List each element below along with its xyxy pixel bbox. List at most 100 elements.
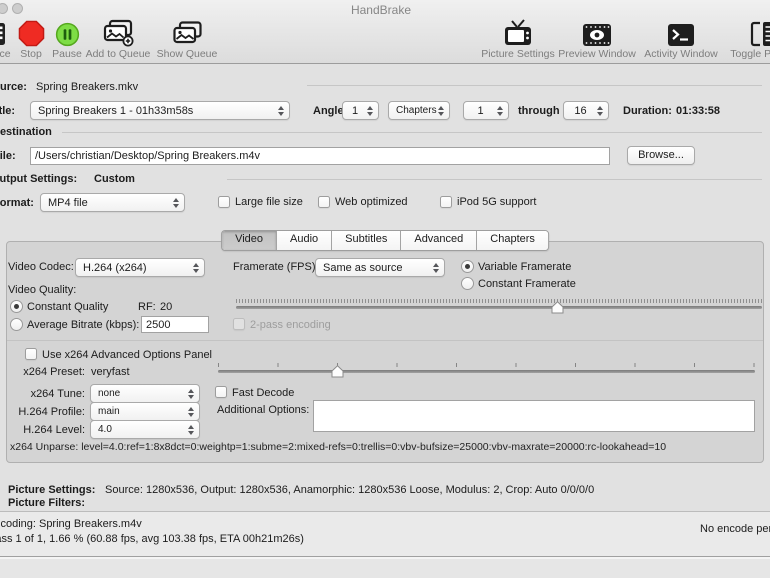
web-optimized-checkbox[interactable] bbox=[318, 196, 330, 208]
picture-settings-label: Picture Settings: bbox=[8, 484, 96, 496]
toolbar-label: Pause bbox=[52, 48, 82, 60]
activity-window-icon bbox=[667, 19, 695, 47]
pause-icon bbox=[55, 19, 80, 47]
toolbar-picture-settings-button[interactable]: Picture Settings bbox=[478, 19, 558, 60]
add-to-queue-icon bbox=[102, 19, 134, 47]
duration-label: Duration: bbox=[623, 105, 672, 117]
x264-preset-value: veryfast bbox=[91, 366, 130, 378]
browse-button[interactable]: Browse... bbox=[627, 146, 695, 165]
toolbar-label: Add to Queue bbox=[85, 48, 151, 60]
show-queue-icon bbox=[172, 19, 202, 47]
quality-slider-ticks bbox=[236, 299, 762, 303]
ipod-support-checkbox[interactable] bbox=[440, 196, 452, 208]
additional-options-input[interactable] bbox=[313, 400, 755, 432]
video-quality-label: Video Quality: bbox=[8, 284, 77, 296]
angle-stepper[interactable]: 1 bbox=[342, 101, 379, 120]
window-chrome: HandBrake Source Stop Pause Add to Queue bbox=[0, 0, 770, 64]
format-popup[interactable]: MP4 file bbox=[40, 193, 185, 212]
preset-slider-track bbox=[218, 370, 755, 373]
chapter-start-stepper[interactable]: 1 bbox=[463, 101, 509, 120]
popup-chevrons-icon bbox=[188, 388, 199, 399]
tab-video[interactable]: Video bbox=[222, 231, 278, 250]
average-bitrate-input[interactable] bbox=[141, 316, 209, 333]
web-optimized-label: Web optimized bbox=[335, 196, 408, 208]
video-codec-popup[interactable]: H.264 (x264) bbox=[75, 258, 205, 277]
source-value: Spring Breakers.mkv bbox=[36, 81, 139, 93]
toolbar-label: Toggle Presets bbox=[730, 48, 770, 60]
handbrake-window: HandBrake Source Stop Pause Add to Queue bbox=[0, 0, 770, 578]
large-file-checkbox[interactable] bbox=[218, 196, 230, 208]
x264-unparse-text: x264 Unparse: level=4.0:ref=1:8x8dct=0:w… bbox=[10, 441, 667, 453]
popup-chevrons-icon bbox=[438, 105, 449, 116]
constant-framerate-radio[interactable] bbox=[461, 277, 474, 290]
h264-level-popup[interactable]: 4.0 bbox=[90, 420, 200, 439]
constant-quality-label: Constant Quality bbox=[27, 301, 109, 313]
fast-decode-checkbox[interactable] bbox=[215, 386, 227, 398]
encoding-status-text: Encoding: Spring Breakers.m4v bbox=[0, 518, 142, 530]
quality-section-divider bbox=[7, 340, 763, 341]
encoding-progress-text: Pass 1 of 1, 1.66 % (60.88 fps, avg 103.… bbox=[0, 533, 304, 545]
popup-chevrons-icon bbox=[193, 262, 204, 273]
toolbar-label: Stop bbox=[20, 48, 42, 60]
bottom-empty-area bbox=[0, 559, 770, 578]
destination-header: Destination bbox=[0, 126, 52, 138]
status-bar: Encoding: Spring Breakers.m4v No encode … bbox=[0, 511, 770, 557]
x264-panel-checkbox[interactable] bbox=[25, 348, 37, 360]
toolbar-toggle-presets-button[interactable]: Toggle Presets bbox=[725, 19, 770, 60]
two-pass-checkbox[interactable] bbox=[233, 318, 245, 330]
framerate-popup[interactable]: Same as source bbox=[315, 258, 445, 277]
toolbar-show-queue-button[interactable]: Show Queue bbox=[156, 19, 218, 60]
variable-framerate-radio[interactable] bbox=[461, 260, 474, 273]
toolbar-label: Activity Window bbox=[644, 48, 718, 60]
source-divider bbox=[307, 85, 762, 86]
range-type-popup[interactable]: Chapters bbox=[388, 101, 450, 120]
ipod-support-label: iPod 5G support bbox=[457, 196, 537, 208]
x264-panel-label: Use x264 Advanced Options Panel bbox=[42, 349, 213, 361]
video-codec-label: Video Codec: bbox=[8, 261, 74, 273]
output-settings-divider bbox=[227, 179, 762, 180]
popup-chevrons-icon bbox=[173, 197, 184, 208]
variable-framerate-label: Variable Framerate bbox=[478, 261, 572, 273]
output-settings-preset: Custom bbox=[94, 173, 135, 185]
file-label: File: bbox=[0, 150, 16, 162]
picture-settings-icon bbox=[503, 19, 533, 47]
tab-bar: Video Audio Subtitles Advanced Chapters bbox=[221, 230, 549, 251]
toolbar-add-to-queue-button[interactable]: Add to Queue bbox=[82, 19, 154, 60]
title-popup[interactable]: Spring Breakers 1 - 01h33m58s bbox=[30, 101, 290, 120]
constant-quality-radio[interactable] bbox=[10, 300, 23, 313]
picture-filters-label: Picture Filters: bbox=[8, 497, 86, 509]
stepper-chevrons-icon bbox=[367, 105, 378, 116]
popup-chevrons-icon bbox=[433, 262, 444, 273]
tab-audio[interactable]: Audio bbox=[277, 231, 333, 250]
quality-slider-track bbox=[236, 306, 762, 309]
preview-window-icon bbox=[582, 19, 612, 47]
tab-subtitles[interactable]: Subtitles bbox=[332, 231, 402, 250]
large-file-label: Large file size bbox=[235, 196, 303, 208]
through-label: through bbox=[518, 105, 560, 117]
x264-tune-popup[interactable]: none bbox=[90, 384, 200, 403]
source-icon bbox=[0, 19, 6, 47]
x264-tune-label: x264 Tune: bbox=[30, 388, 85, 400]
output-settings-header: Output Settings: bbox=[0, 173, 78, 185]
fast-decode-label: Fast Decode bbox=[232, 387, 295, 399]
tab-chapters[interactable]: Chapters bbox=[477, 231, 548, 250]
picture-settings-value: Source: 1280x536, Output: 1280x536, Anam… bbox=[105, 484, 595, 496]
format-label: Format: bbox=[0, 197, 34, 209]
toolbar-label: Preview Window bbox=[558, 48, 636, 60]
h264-profile-label: H.264 Profile: bbox=[18, 406, 85, 418]
tab-advanced[interactable]: Advanced bbox=[401, 231, 478, 250]
destination-file-input[interactable] bbox=[30, 147, 610, 165]
h264-profile-popup[interactable]: main bbox=[90, 402, 200, 421]
toolbar-label: Picture Settings bbox=[481, 48, 555, 60]
rf-value: 20 bbox=[160, 301, 173, 313]
toolbar-activity-window-button[interactable]: Activity Window bbox=[641, 19, 721, 60]
popup-chevrons-icon bbox=[278, 105, 289, 116]
preset-slider-thumb[interactable] bbox=[331, 365, 344, 378]
average-bitrate-radio[interactable] bbox=[10, 318, 23, 331]
rf-label: RF: bbox=[138, 301, 156, 313]
x264-preset-label: x264 Preset: bbox=[23, 366, 85, 378]
chapter-end-stepper[interactable]: 16 bbox=[563, 101, 609, 120]
toolbar-preview-window-button[interactable]: Preview Window bbox=[557, 19, 637, 60]
quality-slider-thumb[interactable] bbox=[551, 301, 564, 314]
toggle-presets-icon bbox=[750, 19, 770, 47]
